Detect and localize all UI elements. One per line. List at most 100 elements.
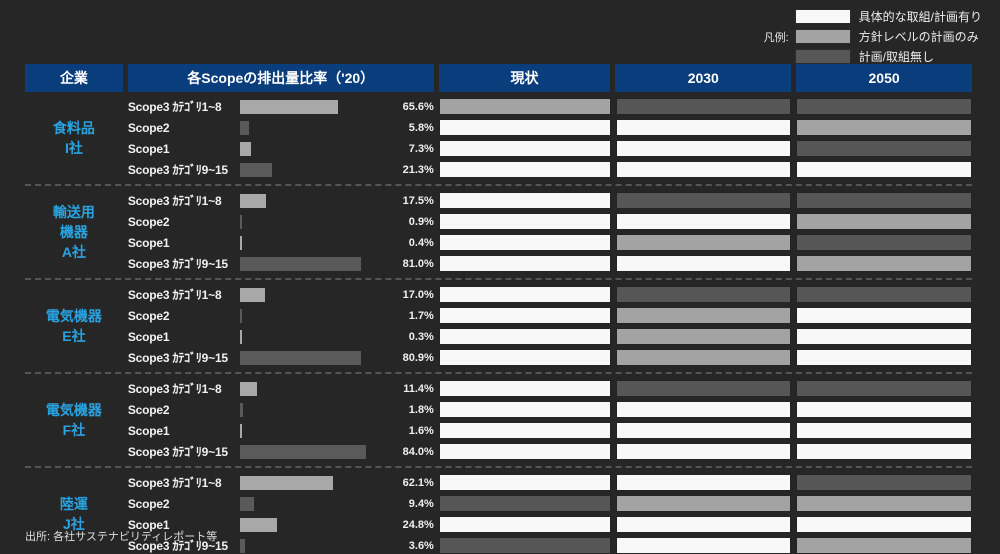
legend: 凡例: 具体的な取組/計画有り方針レベルの計画のみ 計画/取組無し (764, 8, 982, 65)
status-cell-y2050 (796, 213, 972, 230)
status-cell-y2050 (796, 98, 972, 115)
bar-track (239, 256, 390, 271)
bar-value-label: 65.6% (402, 100, 434, 113)
scope-label: Scope3 ｶﾃｺﾞﾘ9~15 (127, 163, 228, 177)
company-label-line: 機器 (59, 223, 88, 240)
status-cell-y2030 (615, 495, 792, 512)
company-label-line: F社 (62, 422, 86, 438)
bar-value-label: 80.9% (402, 351, 434, 364)
status-cell-y2030 (615, 516, 792, 533)
status-column-y2050 (796, 192, 972, 272)
scope-row: Scope3 ｶﾃｺﾞﾘ9~15 81.0% (128, 255, 434, 272)
bar (239, 99, 339, 114)
status-cell-y2050 (796, 234, 972, 251)
bar-track (239, 120, 390, 135)
company-group: 食料品 I社 Scope3 ｶﾃｺﾞﾘ1~8 65.6% Scope2 5.8% Scope… (25, 92, 972, 186)
legend-item: 計画/取組無し (794, 48, 982, 65)
status-cell-y2050 (796, 255, 972, 272)
legend-item: 方針レベルの計画のみ (794, 28, 982, 45)
bar-value-label: 62.1% (402, 476, 434, 489)
legend-label: 凡例: (763, 31, 789, 44)
legend-item-label: 具体的な取組/計画有り (858, 10, 982, 24)
bar-track (239, 214, 390, 229)
status-column-now (438, 192, 611, 272)
header-2050: 2050 (796, 64, 972, 92)
scope-bar-chart: Scope3 ｶﾃｺﾞﾘ1~8 11.4% Scope2 1.8% Scope1 1.6%… (128, 380, 434, 460)
source-note: 出所: 各社サステナビリティレポート等 (25, 531, 218, 543)
header-chart: 各Scopeの排出量比率（'20） (127, 64, 434, 92)
bar (239, 256, 362, 271)
company-group: 輸送用 機器 A社 Scope3 ｶﾃｺﾞﾘ1~8 17.5% Scope2 0.9% Sco… (25, 186, 972, 280)
bar (239, 120, 249, 135)
scope-row: Scope3 ｶﾃｺﾞﾘ9~15 84.0% (128, 443, 434, 460)
scope-label: Scope3 ｶﾃｺﾞﾘ9~15 (127, 445, 228, 459)
company-label: 電気機器 F社 (25, 380, 123, 460)
bar-track (239, 475, 390, 490)
status-cell-y2030 (615, 192, 792, 209)
status-cell-now (438, 516, 611, 533)
scope-label: Scope3 ｶﾃｺﾞﾘ1~8 (127, 382, 222, 396)
status-cell-y2050 (796, 474, 972, 491)
status-cell-y2030 (615, 328, 792, 345)
status-cell-now (438, 234, 611, 251)
bar (239, 350, 362, 365)
table-body: 食料品 I社 Scope3 ｶﾃｺﾞﾘ1~8 65.6% Scope2 5.8% Scope… (25, 92, 972, 554)
status-cell-y2050 (796, 349, 972, 366)
scope-bar-chart: Scope3 ｶﾃｺﾞﾘ1~8 17.0% Scope2 1.7% Scope1 0.3%… (128, 286, 434, 366)
bar-track (239, 538, 390, 553)
status-cell-y2050 (796, 495, 972, 512)
status-cell-now (438, 401, 611, 418)
scope-label: Scope2 (127, 214, 170, 229)
status-cell-y2050 (796, 307, 972, 324)
status-column-now (438, 286, 611, 366)
bar (239, 141, 251, 156)
bar-track (239, 496, 390, 511)
bar-track (239, 402, 390, 417)
bar-value-label: 11.4% (403, 382, 434, 395)
bar (239, 381, 257, 396)
bar (239, 423, 243, 438)
bar-track (239, 423, 390, 438)
bar-track (239, 329, 390, 344)
company-label-line: 食料品 (52, 119, 95, 136)
status-cell-now (438, 474, 611, 491)
scope-label: Scope2 (127, 402, 170, 417)
company-group: 電気機器 E社 Scope3 ｶﾃｺﾞﾘ1~8 17.0% Scope2 1.7% Scop… (25, 280, 972, 374)
bar-value-label: 17.5% (402, 194, 434, 207)
status-column-y2030 (615, 380, 792, 460)
bar-track (239, 141, 390, 156)
bar-value-label: 81.0% (402, 257, 434, 270)
scope-bar-chart: Scope3 ｶﾃｺﾞﾘ1~8 65.6% Scope2 5.8% Scope1 7.3%… (128, 98, 434, 178)
scope-row: Scope3 ｶﾃｺﾞﾘ9~15 80.9% (128, 349, 434, 366)
slide-root: 凡例: 具体的な取組/計画有り 方針レベルの計画のみ 計画/取組無し 企業 各Sco… (0, 0, 1000, 554)
bar (239, 193, 267, 208)
status-cell-now (438, 161, 611, 178)
bar-value-label: 0.9% (408, 215, 434, 228)
bar-value-label: 21.3% (402, 163, 434, 176)
bar-value-label: 9.4% (408, 497, 434, 510)
scope-row: Scope2 9.4% (128, 495, 434, 512)
company-label-line: 輸送用 (52, 203, 95, 220)
status-cell-y2030 (615, 161, 792, 178)
status-cell-now (438, 495, 611, 512)
company-label: 食料品 I社 (25, 98, 123, 178)
status-column-y2030 (615, 192, 792, 272)
bar (239, 214, 242, 229)
scope-label: Scope3 ｶﾃｺﾞﾘ9~15 (127, 351, 228, 365)
bar-track (239, 99, 390, 114)
scope-label: Scope3 ｶﾃｺﾞﾘ9~15 (127, 257, 228, 271)
status-cell-y2030 (615, 401, 792, 418)
bar (239, 162, 272, 177)
status-column-y2030 (615, 98, 792, 178)
status-cell-y2050 (796, 516, 972, 533)
scope-row: Scope2 5.8% (128, 119, 434, 136)
bar-value-label: 17.0% (402, 288, 434, 301)
legend-swatch-icon (794, 29, 851, 44)
status-column-y2050 (796, 98, 972, 178)
scope-label: Scope1 (127, 141, 170, 156)
status-cell-y2030 (615, 443, 792, 460)
company-label: 電気機器 E社 (25, 286, 123, 366)
bar (239, 287, 266, 302)
bar-track (239, 193, 390, 208)
bar-value-label: 84.0% (402, 445, 434, 458)
